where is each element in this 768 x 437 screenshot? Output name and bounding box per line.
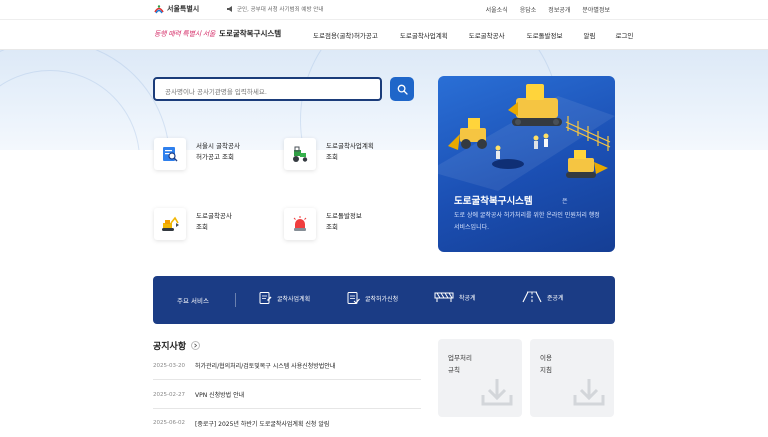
promo-banner[interactable]: 도로굴착복구시스템 은 도로 상에 굴착공사 허가처리를 위한 온라인 민원처리… (438, 76, 615, 252)
service-construction-start[interactable]: 착공계 (434, 291, 476, 303)
quick-link-label: 도로굴착공사 조회 (196, 212, 232, 231)
top-notice[interactable]: 군인, 공부대 서청 사기범죄 예방 안내 (227, 5, 323, 13)
quick-link-permit-notice[interactable]: 서울시 굴착공사 허가공고 조회 (154, 138, 240, 170)
notice-list-item[interactable]: 2025-02-27 VPN 신청방법 안내 (153, 381, 421, 409)
quick-link-business-plan[interactable]: 도로굴착사업계획 조회 (284, 138, 374, 170)
notice-date: 2025-02-27 (153, 391, 185, 398)
top-utility-bar: 서울특별시 군인, 공부대 서청 사기범죄 예방 안내 서울소식 응답소 정보공… (0, 0, 768, 20)
quick-link-incident-info[interactable]: 도로돌발정보 조회 (284, 208, 362, 240)
nav-item-business-plan[interactable]: 도로굴착사업계획 (400, 30, 448, 40)
excavator-icon (162, 216, 179, 231)
search-input[interactable] (155, 82, 380, 102)
service-label: 착공계 (459, 294, 476, 302)
promo-title: 도로굴착복구시스템 (454, 196, 533, 207)
main-services-bar: 주요 서비스 굴착사업계획 굴착허가신청 착공계 준공계 (153, 276, 615, 324)
site-brand[interactable]: 동행 매력 특별시 서울 도로굴착복구시스템 (154, 28, 281, 39)
util-link-eungdapso[interactable]: 응답소 (520, 5, 537, 14)
hero-background (0, 50, 768, 150)
download-card-usage-guide[interactable]: 이용 지침 (530, 339, 614, 417)
search-document-icon (163, 147, 178, 162)
notice-more-button[interactable] (191, 341, 201, 350)
construction-illustration (438, 84, 615, 191)
quick-link-label: 서울시 굴착공사 허가공고 조회 (196, 142, 240, 161)
service-label: 준공계 (547, 294, 564, 302)
util-link-field-info[interactable]: 분야별정보 (582, 5, 610, 14)
nav-item-construction[interactable]: 도로굴착공사 (469, 30, 505, 40)
quick-link-label: 도로굴착사업계획 조회 (326, 142, 374, 161)
notice-title: 허가관리/협의처리/검토및복구 시스템 사용신청방법안내 (195, 363, 336, 370)
main-navigation: 동행 매력 특별시 서울 도로굴착복구시스템 도로점용(굴착)허가공고 도로굴착… (0, 20, 768, 50)
search-icon (397, 84, 408, 95)
service-label: 굴착허가신청 (365, 295, 399, 303)
quick-link-label: 도로돌발정보 조회 (326, 212, 362, 231)
notice-title-text: 공지사항 (153, 342, 187, 352)
download-card-work-rules[interactable]: 업무처리 규칙 (438, 339, 522, 417)
quick-link-icon-box (284, 208, 316, 240)
tractor-icon (293, 146, 308, 162)
notice-title: [중로구] 2025년 하반기 도로굴착사업계획 신청 알림 (195, 420, 330, 428)
download-icon (481, 379, 513, 406)
notice-list-item[interactable]: 2025-06-02 [중로구] 2025년 하반기 도로굴착사업계획 신청 알… (153, 409, 421, 437)
search-button[interactable] (390, 77, 414, 101)
quick-link-icon-box (154, 138, 186, 170)
service-label: 굴착사업계획 (277, 295, 311, 303)
plan-document-icon (259, 292, 272, 304)
brand-slogan: 동행 매력 특별시 서울 (154, 29, 216, 38)
quick-link-construction[interactable]: 도로굴착공사 조회 (154, 208, 232, 240)
nav-item-incident-info[interactable]: 도로돌발정보 (527, 30, 563, 40)
notice-date: 2025-03-20 (153, 362, 185, 369)
nav-item-login[interactable]: 로그인 (615, 30, 633, 40)
download-card-label: 업무처리 규칙 (448, 354, 472, 374)
road-icon (522, 291, 542, 303)
utility-links: 서울소식 응답소 정보공개 분야별정보 (486, 5, 610, 14)
barrier-icon (434, 292, 454, 302)
download-card-label: 이용 지침 (540, 354, 552, 374)
seoul-logo[interactable]: 서울특별시 (154, 4, 199, 14)
download-icon (573, 379, 605, 406)
brand-name: 도로굴착복구시스템 (219, 29, 282, 38)
seoul-logo-mark-icon (154, 5, 164, 14)
services-title: 주요 서비스 (177, 297, 209, 305)
seoul-logo-text: 서울특별시 (167, 5, 200, 13)
nav-item-permit-notice[interactable]: 도로점용(굴착)허가공고 (313, 30, 378, 40)
chevron-right-icon (194, 343, 198, 348)
promo-description: 도로 상에 굴착공사 허가처리를 위한 온라인 민원처리 행정서비스입니다. (454, 212, 600, 231)
quick-link-icon-box (154, 208, 186, 240)
nav-item-notice[interactable]: 알림 (584, 30, 596, 40)
services-divider (235, 293, 236, 307)
util-link-seoul-news[interactable]: 서울소식 (486, 5, 508, 14)
service-permit-application[interactable]: 굴착허가신청 (346, 291, 398, 305)
permit-document-icon (347, 292, 360, 304)
notice-section-title: 공지사항 (153, 339, 201, 352)
promo-title-suffix: 은 (562, 198, 568, 205)
notice-title: VPN 신청방법 안내 (195, 392, 245, 399)
quick-link-icon-box (284, 138, 316, 170)
megaphone-icon (227, 6, 232, 12)
siren-icon (293, 216, 307, 231)
nav-menu: 도로점용(굴착)허가공고 도로굴착사업계획 도로굴착공사 도로돌발정보 알림 로… (313, 30, 633, 40)
notice-list-item[interactable]: 2025-03-20 허가관리/협의처리/검토및복구 시스템 사용신청방법안내 (153, 352, 421, 380)
top-notice-text: 군인, 공부대 서청 사기범죄 예방 안내 (237, 7, 324, 13)
search-box (153, 77, 382, 102)
notice-date: 2025-06-02 (153, 420, 185, 426)
service-business-plan[interactable]: 굴착사업계획 (258, 291, 310, 305)
service-completion[interactable]: 준공계 (522, 291, 564, 303)
util-link-info-disclosure[interactable]: 정보공개 (548, 5, 570, 14)
